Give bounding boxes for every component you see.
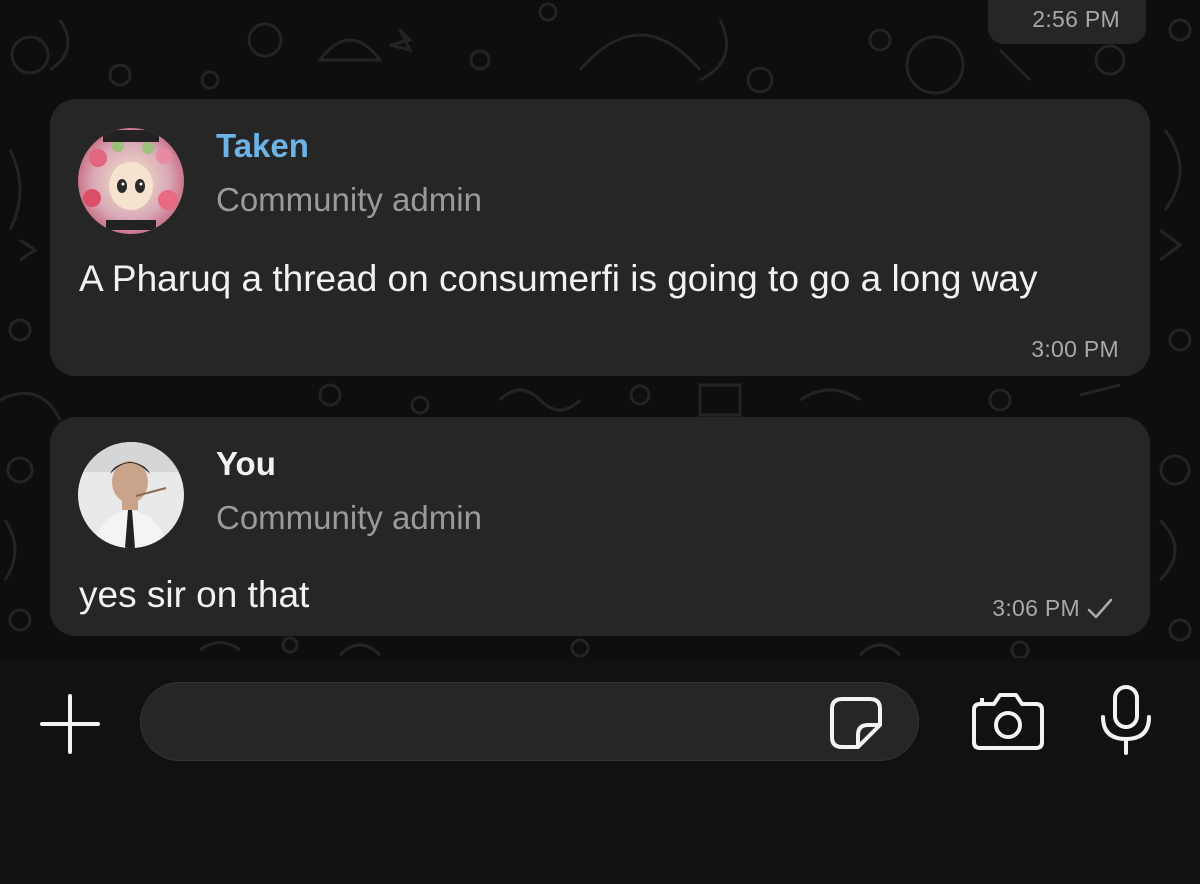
sent-check-icon: [1087, 598, 1113, 618]
message-input-container[interactable]: [140, 682, 919, 762]
avatar[interactable]: [78, 128, 184, 234]
sticker-icon[interactable]: [826, 693, 886, 753]
message-time-status: 3:06 PM: [992, 595, 1114, 622]
message-bubble-you[interactable]: You Community admin yes sir on that 3:06…: [50, 417, 1150, 636]
message-time: 3:00 PM: [1031, 336, 1119, 362]
sender-name[interactable]: You: [216, 445, 276, 483]
message-bubble-taken[interactable]: Taken Community admin A Pharuq a thread …: [50, 99, 1150, 376]
sender-name[interactable]: Taken: [216, 127, 309, 165]
sender-role: Community admin: [216, 499, 482, 536]
message-text: yes sir on that: [79, 574, 310, 615]
message-time: 2:56 PM: [1032, 6, 1120, 32]
previous-message-bubble[interactable]: 2:56 PM: [988, 0, 1146, 44]
microphone-icon[interactable]: [1098, 684, 1154, 756]
sender-role: Community admin: [216, 181, 482, 218]
plus-icon[interactable]: [38, 692, 102, 756]
message-time: 3:06 PM: [992, 595, 1080, 621]
avatar-image: [78, 442, 184, 548]
camera-icon[interactable]: [970, 690, 1046, 752]
chat-area[interactable]: 2:56 PM Taken Community admin A Pharuq a…: [0, 0, 1200, 658]
avatar[interactable]: [78, 442, 184, 548]
message-text: A Pharuq a thread on consumerfi is going…: [79, 258, 1038, 299]
message-input[interactable]: [171, 683, 815, 762]
avatar-image: [78, 128, 184, 234]
